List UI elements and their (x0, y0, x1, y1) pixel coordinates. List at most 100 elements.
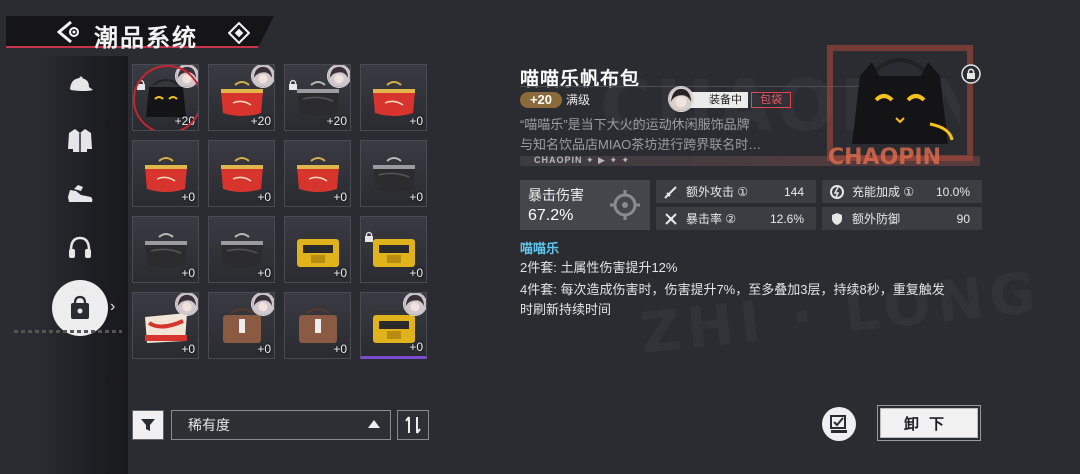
inventory-slot[interactable]: +0 (360, 64, 427, 131)
sub-stat-energy-regen: 充能加成 ① 10.0% (822, 180, 982, 203)
inventory-grid: +20 +20 +20 +0 +0 +0 +0 +0 +0 +0 +0 +0 +0 +0 +0 +0 (132, 64, 432, 364)
item-level: +0 (409, 190, 423, 204)
sub-stat-value: 144 (783, 184, 804, 199)
sort-dropdown[interactable]: 稀有度 (171, 410, 391, 440)
type-tag: 包袋 (751, 92, 791, 108)
compare-icon (830, 415, 847, 433)
set-bonus-2pc: 2件套: 土属性伤害提升12% (520, 260, 678, 275)
item-description-line: 与知名饮品店MIAO茶坊进行跨界联名时… (520, 137, 762, 152)
black-clutch-icon (373, 157, 415, 192)
item-level: +0 (333, 342, 347, 356)
sub-stat-crit-rate: 暴击率 ② 12.6% (656, 207, 816, 230)
title-divider (520, 86, 860, 87)
item-level: +0 (257, 342, 271, 356)
level-badge: +20 (520, 92, 562, 108)
sub-stat-value: 10.0% (935, 184, 970, 199)
item-level: +0 (333, 266, 347, 280)
red-clutch-icon (373, 81, 415, 116)
character-avatar (668, 86, 694, 112)
item-level: +0 (333, 190, 347, 204)
decor-strip-text: CHAOPIN ✦ ▶ ✦ ✦ (534, 155, 631, 165)
sword-icon (664, 185, 677, 199)
inventory-slot[interactable]: +0 (208, 140, 275, 207)
main-stat-name: 暴击伤害 (528, 187, 584, 203)
set-bonus-4pc: 4件套: 每次造成伤害时，伤害提升7%，至多叠加3层，持续8秒，重复触发 (520, 282, 945, 297)
sneaker-icon (68, 185, 93, 202)
headphones-icon (69, 236, 91, 258)
red-clutch-icon (221, 157, 263, 192)
inventory-slot[interactable]: +20 (132, 64, 199, 131)
lock-icon (289, 79, 297, 90)
character-avatar (327, 65, 350, 88)
inventory-slot[interactable]: +20 (208, 64, 275, 131)
yellow-bag-icon (297, 234, 339, 267)
item-level: +0 (257, 190, 271, 204)
sub-stats: 额外攻击 ① 144 充能加成 ① 10.0% 暴击率 ② 12.6% 额外防御… (656, 180, 982, 230)
lock-icon (365, 231, 373, 242)
header: 潮品系统 (0, 0, 280, 52)
sidebar-item-tops[interactable] (58, 118, 102, 162)
inventory-slot[interactable]: +0 (284, 140, 351, 207)
character-avatar (175, 293, 198, 316)
filter-button[interactable] (132, 410, 164, 440)
sidebar-divider (116, 56, 118, 474)
diamond-icon (228, 22, 250, 44)
sub-stat-name: 额外防御 (852, 212, 901, 226)
character-avatar (251, 65, 274, 88)
crit-damage-icon (610, 190, 640, 220)
inventory-slot[interactable]: +0 (132, 216, 199, 283)
sidebar-item-shoes[interactable] (58, 172, 102, 216)
sidebar-item-bags[interactable] (52, 280, 108, 336)
sort-dropdown-label: 稀有度 (188, 417, 230, 433)
character-avatar (251, 293, 274, 316)
item-artwork: CHAOPIN (827, 45, 973, 170)
item-level: +0 (181, 190, 195, 204)
item-level: +20 (326, 114, 347, 128)
sub-stat-extra-attack: 额外攻击 ① 144 (656, 180, 816, 203)
inventory-slot[interactable]: +0 (208, 216, 275, 283)
item-level: +20 (174, 114, 195, 128)
sub-stat-name: 额外攻击 ① (686, 185, 749, 199)
main-stat-value: 67.2% (528, 207, 574, 224)
item-level: +0 (409, 114, 423, 128)
compare-button[interactable] (822, 407, 856, 441)
inventory-slot[interactable]: +0 (132, 292, 199, 359)
brown-bag-icon (299, 308, 337, 343)
shield-icon (832, 212, 842, 225)
caret-up-icon (368, 420, 380, 428)
sidebar-item-headwear[interactable] (58, 64, 102, 108)
crit-icon (665, 212, 677, 225)
back-arrow-icon (57, 20, 79, 44)
inventory-slot[interactable]: +0 (360, 140, 427, 207)
inventory-slot[interactable]: +0 (132, 140, 199, 207)
inventory-slot[interactable]: +20 (284, 64, 351, 131)
lock-icon[interactable] (961, 64, 981, 84)
main-stat: 暴击伤害 67.2% (520, 180, 650, 230)
level-status: 满级 (566, 93, 591, 107)
page-title: 潮品系统 (94, 24, 198, 52)
back-button[interactable] (56, 17, 86, 47)
sort-order-icon (405, 416, 421, 434)
sort-order-button[interactable] (397, 410, 429, 440)
inventory-slot[interactable]: +0 (284, 216, 351, 283)
inventory-slot[interactable]: +0 (360, 216, 427, 283)
sidebar-item-accessories[interactable] (58, 226, 102, 270)
chevron-right-icon: › (110, 298, 116, 315)
inventory-slot[interactable]: +0 (284, 292, 351, 359)
sub-stat-name: 暴击率 ② (686, 212, 737, 226)
sub-stat-value: 12.6% (769, 211, 804, 226)
inventory-slot[interactable]: +0 (360, 292, 427, 359)
filter-icon (141, 419, 155, 431)
lock-icon (137, 79, 145, 90)
item-level: +0 (181, 266, 195, 280)
unequip-button[interactable]: 卸下 (877, 405, 981, 441)
black-clutch-icon (221, 233, 263, 268)
inventory-slot[interactable]: +0 (208, 292, 275, 359)
red-clutch-icon (297, 157, 339, 192)
sub-stat-name: 充能加成 ① (852, 185, 915, 199)
item-level: +0 (181, 342, 195, 356)
black-clutch-icon (145, 233, 187, 268)
sub-stat-value: 90 (956, 211, 970, 226)
item-level: +0 (409, 266, 423, 280)
item-level: +0 (409, 340, 423, 354)
